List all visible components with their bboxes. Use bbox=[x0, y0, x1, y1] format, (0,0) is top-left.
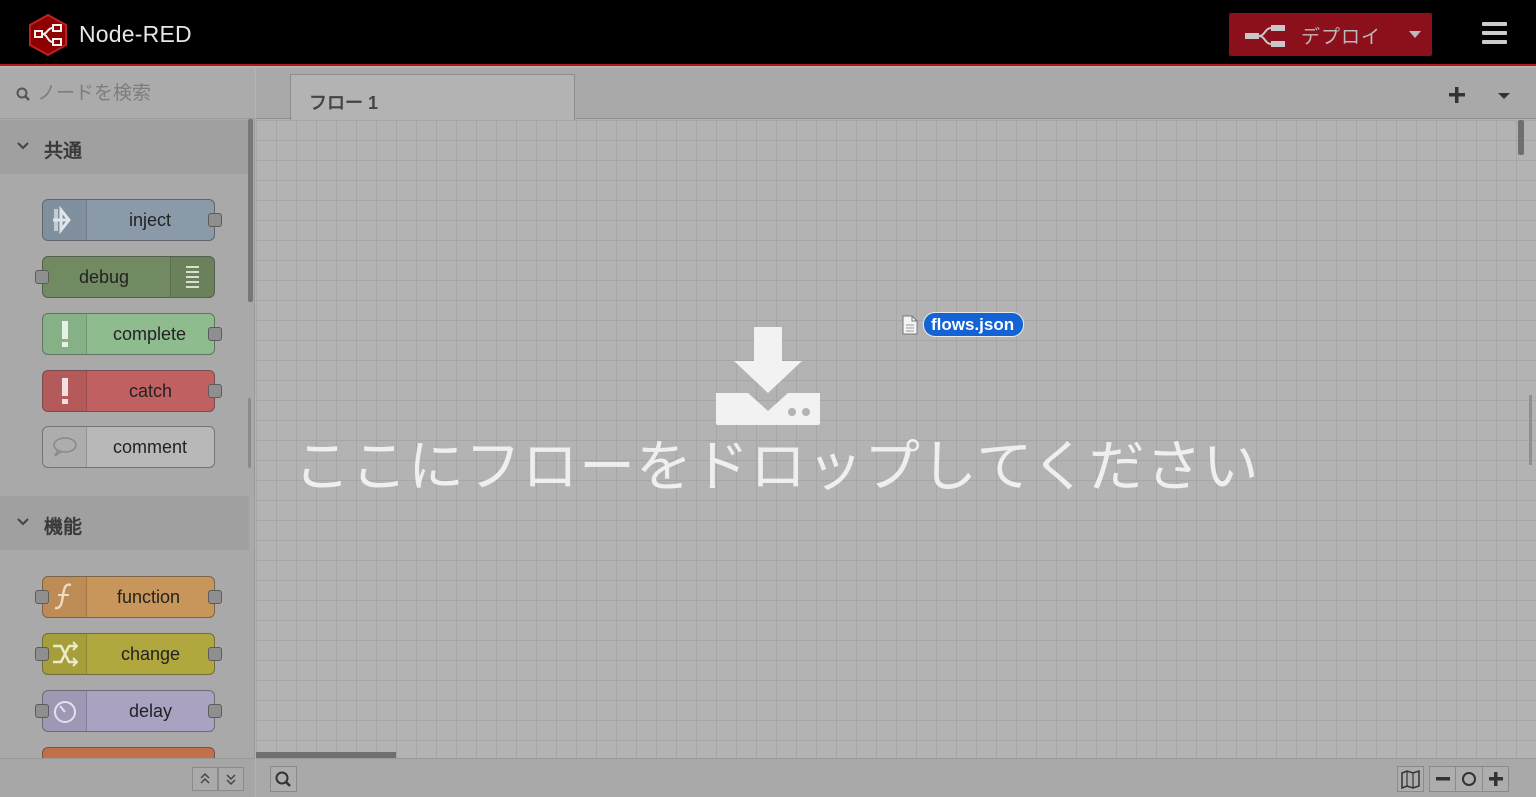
node-label: complete bbox=[113, 324, 187, 344]
map-icon bbox=[1401, 769, 1420, 790]
palette-node-change[interactable]: change bbox=[35, 633, 222, 675]
node-label: inject bbox=[129, 210, 172, 230]
circle-icon bbox=[1462, 772, 1476, 786]
dragged-file-name: flows.json bbox=[923, 312, 1025, 337]
caret-down-icon bbox=[1498, 93, 1510, 99]
chevron-down-icon bbox=[17, 518, 29, 526]
node-label: comment bbox=[113, 437, 188, 457]
node-label: change bbox=[121, 644, 181, 664]
search-icon bbox=[275, 771, 291, 787]
input-port[interactable] bbox=[35, 647, 49, 661]
palette-search-bar bbox=[0, 68, 255, 119]
collapse-all-button[interactable] bbox=[192, 767, 218, 791]
input-port[interactable] bbox=[35, 590, 49, 604]
exclamation-icon bbox=[43, 314, 87, 354]
category-header-function[interactable]: 機能 bbox=[0, 496, 249, 550]
add-flow-button[interactable] bbox=[1446, 84, 1468, 106]
output-port[interactable] bbox=[208, 384, 222, 398]
palette-node-complete[interactable]: complete bbox=[42, 313, 222, 355]
zoom-controls bbox=[1429, 766, 1509, 792]
function-icon bbox=[43, 577, 87, 617]
palette-footer bbox=[0, 758, 255, 797]
palette-search-input[interactable] bbox=[37, 82, 237, 106]
node-label: function bbox=[117, 587, 181, 607]
palette-node-comment[interactable]: comment bbox=[42, 426, 215, 468]
input-port[interactable] bbox=[35, 704, 49, 718]
output-port[interactable] bbox=[208, 327, 222, 341]
palette-node-catch[interactable]: catch bbox=[42, 370, 222, 412]
canvas-vertical-scrollbar[interactable] bbox=[1518, 120, 1524, 155]
input-port[interactable] bbox=[35, 270, 49, 284]
plus-icon bbox=[1489, 772, 1503, 786]
category-header-common[interactable]: 共通 bbox=[0, 120, 249, 174]
deploy-menu-dropdown[interactable] bbox=[1399, 13, 1432, 56]
download-tray-icon bbox=[714, 327, 822, 427]
shuffle-icon bbox=[43, 634, 87, 674]
drop-message: ここにフローをドロップしてください bbox=[294, 435, 1260, 498]
zoom-in-button[interactable] bbox=[1483, 767, 1509, 791]
chevron-down-icon bbox=[17, 142, 29, 150]
file-icon bbox=[902, 315, 918, 335]
arrow-in-icon bbox=[43, 200, 87, 240]
category-label: 共通 bbox=[44, 141, 83, 162]
output-port[interactable] bbox=[208, 590, 222, 604]
navigator-button[interactable] bbox=[1397, 766, 1424, 792]
zoom-out-button[interactable] bbox=[1430, 767, 1456, 791]
zoom-reset-button[interactable] bbox=[1456, 767, 1483, 791]
deploy-button[interactable]: デプロイ bbox=[1229, 13, 1432, 56]
plus-icon bbox=[1449, 87, 1465, 103]
workspace-footer bbox=[256, 758, 1536, 797]
deploy-icon bbox=[1245, 25, 1285, 47]
palette-node-function[interactable]: function bbox=[35, 576, 222, 618]
chevrons-up-icon bbox=[200, 772, 210, 784]
caret-down-icon bbox=[1409, 31, 1421, 38]
palette-node-delay[interactable]: delay bbox=[35, 690, 222, 732]
node-red-logo-icon bbox=[28, 13, 68, 57]
output-port[interactable] bbox=[208, 213, 222, 227]
category-label: 機能 bbox=[44, 517, 83, 538]
timer-icon bbox=[43, 691, 87, 731]
palette-node-debug[interactable]: debug bbox=[35, 256, 215, 298]
header-bar: Node-RED デプロイ bbox=[0, 0, 1536, 66]
palette-scroll-track bbox=[248, 398, 251, 468]
workspace-tabs-bar: フロー 1 bbox=[256, 68, 1536, 120]
exclamation-icon bbox=[43, 371, 87, 411]
search-flows-button[interactable] bbox=[270, 766, 297, 792]
sidebar-resize-handle[interactable] bbox=[1529, 395, 1532, 465]
search-icon bbox=[16, 87, 30, 101]
palette-scrollbar[interactable] bbox=[248, 119, 253, 302]
workspace-canvas[interactable]: ここにフローをドロップしてください flows.json bbox=[256, 120, 1536, 758]
main-menu-button[interactable] bbox=[1478, 18, 1512, 48]
node-label: debug bbox=[79, 267, 130, 287]
speech-bubble-icon bbox=[43, 427, 87, 467]
node-label: catch bbox=[129, 381, 173, 401]
minus-icon bbox=[1436, 777, 1450, 781]
list-icon bbox=[170, 257, 214, 297]
deploy-label: デプロイ bbox=[1301, 27, 1382, 48]
palette-node-inject[interactable]: inject bbox=[42, 199, 222, 241]
hamburger-icon bbox=[1482, 22, 1507, 26]
tab-label: フロー 1 bbox=[309, 93, 379, 113]
expand-all-button[interactable] bbox=[218, 767, 244, 791]
chevrons-down-icon bbox=[226, 774, 236, 786]
node-label: delay bbox=[129, 701, 173, 721]
app-title: Node-RED bbox=[79, 21, 192, 47]
node-palette: 共通 inject debug bbox=[0, 68, 255, 797]
output-port[interactable] bbox=[208, 647, 222, 661]
flow-list-menu-button[interactable] bbox=[1493, 84, 1515, 106]
output-port[interactable] bbox=[208, 704, 222, 718]
tab-flow-1[interactable]: フロー 1 bbox=[290, 74, 575, 120]
